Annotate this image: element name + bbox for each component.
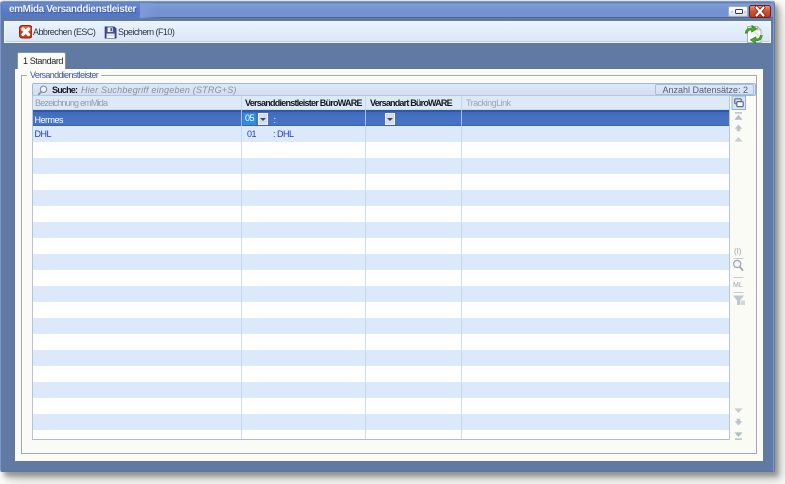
svg-text:ML: ML	[733, 282, 743, 289]
svg-text:(I): (I)	[734, 247, 742, 256]
